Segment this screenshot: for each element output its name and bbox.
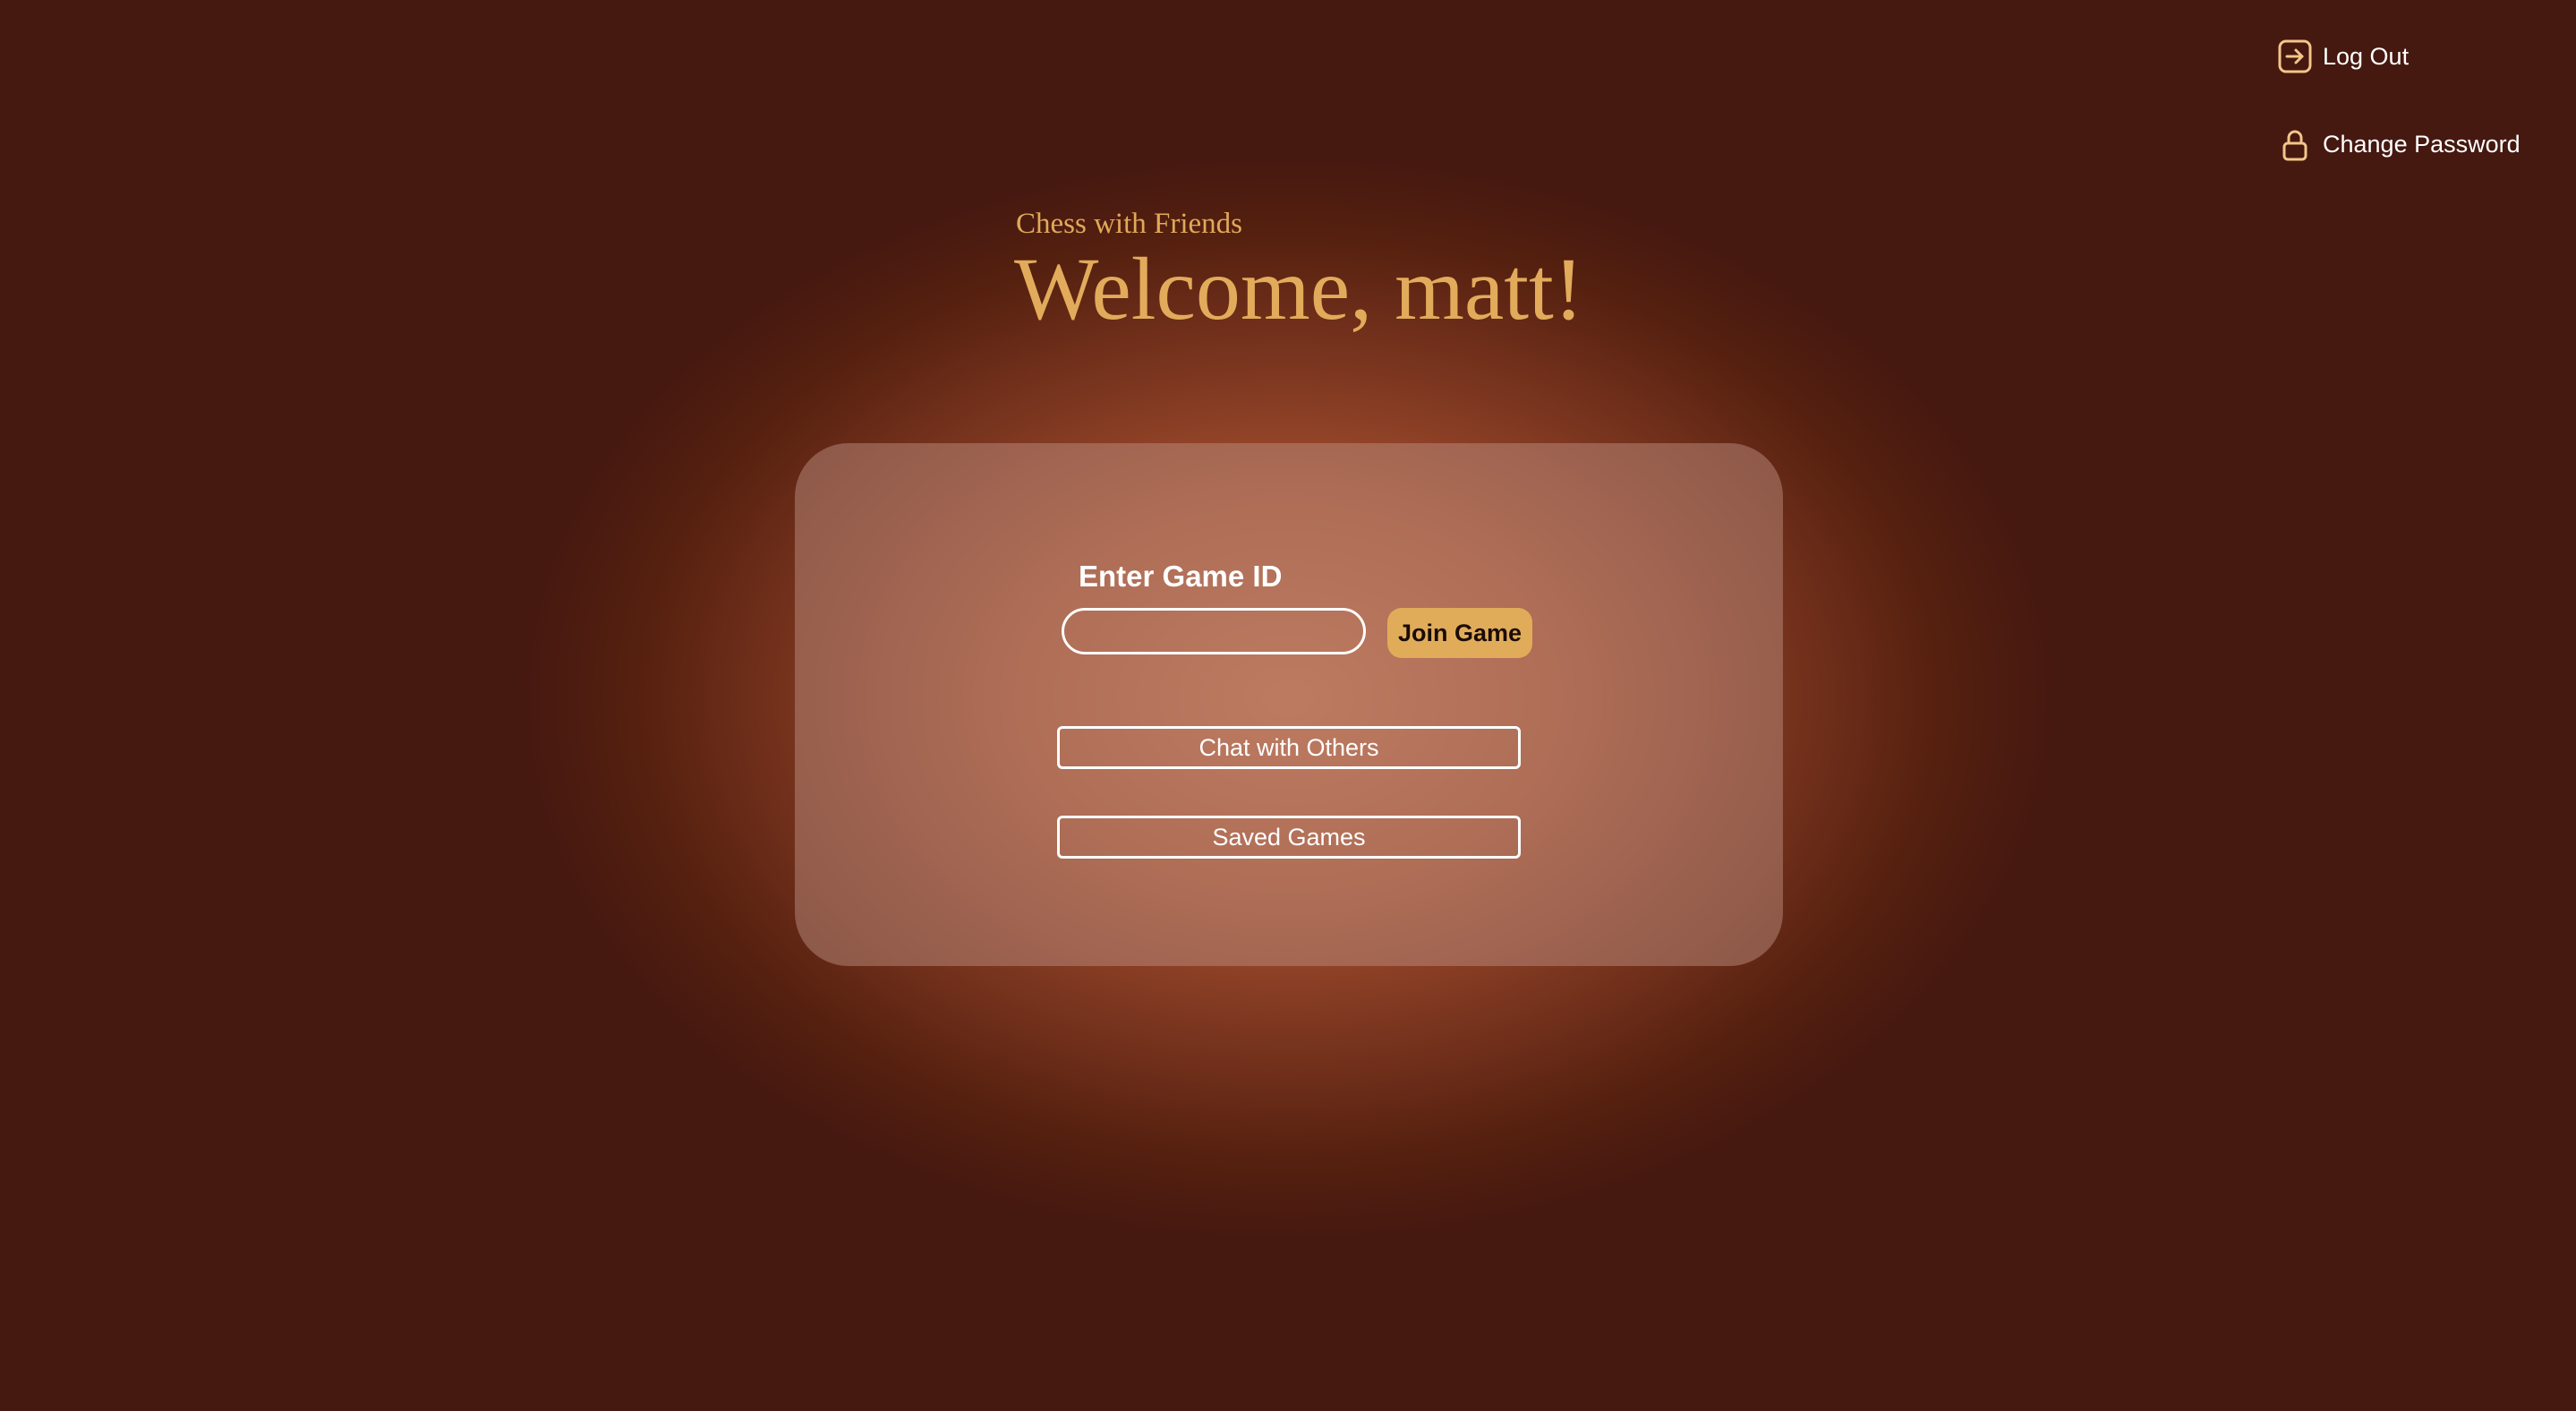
app-subtitle: Chess with Friends [1016, 208, 1243, 240]
game-id-label: Enter Game ID [1079, 560, 1283, 593]
change-password-button[interactable]: Change Password [2276, 125, 2521, 163]
game-id-input[interactable] [1062, 608, 1366, 654]
join-game-button[interactable]: Join Game [1387, 608, 1532, 658]
saved-games-button[interactable]: Saved Games [1057, 816, 1521, 859]
lock-icon [2276, 125, 2314, 163]
welcome-heading: Welcome, matt! [1014, 239, 1584, 338]
change-password-label: Change Password [2323, 130, 2521, 158]
logout-button[interactable]: Log Out [2276, 38, 2409, 75]
main-card [795, 443, 1783, 966]
chat-with-others-button[interactable]: Chat with Others [1057, 726, 1521, 769]
logout-label: Log Out [2323, 42, 2410, 70]
logout-icon [2276, 38, 2314, 75]
